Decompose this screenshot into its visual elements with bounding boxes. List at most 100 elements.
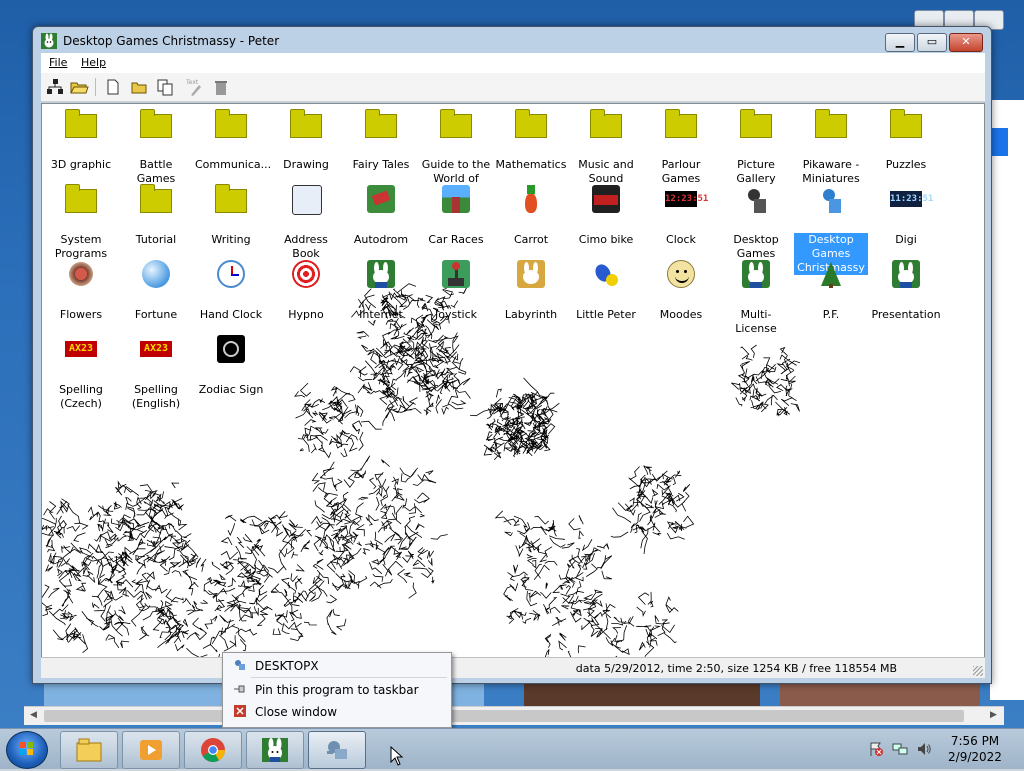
menu-file[interactable]: File (49, 56, 67, 69)
rabbit-yellow-icon (515, 258, 547, 290)
desktop-icon[interactable]: Writing (194, 183, 268, 247)
desktop-icon-label: System Programs (54, 233, 108, 260)
desktop-icon-label: Music and Sound (578, 158, 634, 185)
trash-icon[interactable] (211, 77, 231, 97)
desktop-icon-label: Drawing (283, 158, 329, 171)
desktop-icon[interactable]: Flowers (44, 258, 118, 322)
desktop-icon[interactable]: Pikaware - Miniatures (794, 108, 868, 186)
network-icon[interactable] (45, 77, 65, 97)
smiley-icon (665, 258, 697, 290)
desktop-icon[interactable]: Labyrinth (494, 258, 568, 322)
desktop-icon[interactable]: 11:23:51 Digi (869, 183, 943, 247)
ctx-label: Close window (255, 705, 338, 719)
status-text: data 5/29/2012, time 2:50, size 1254 KB … (575, 662, 897, 675)
bg-photo-strip (524, 684, 760, 708)
desktop-icon-label: Pikaware - Miniatures (802, 158, 860, 185)
ctx-item-desktopx[interactable]: DESKTOPX (223, 655, 451, 677)
desktop-icon[interactable]: Desktop Games (719, 183, 793, 261)
desktop-icon-label: Presentation (871, 308, 941, 321)
desktop-icon[interactable]: Communica... (194, 108, 271, 172)
rename-icon[interactable]: Text (185, 77, 205, 97)
folder-icon (365, 108, 397, 140)
folder-icon (590, 108, 622, 140)
ctx-label: DESKTOPX (255, 659, 319, 673)
desktop-icon[interactable]: 12:23:51 Clock (644, 183, 718, 247)
desktop-icon-label: Spelling (English) (131, 383, 181, 410)
desktop-icon-label: Battle Games (136, 158, 176, 185)
desktop-icon[interactable]: Cimo bike (569, 183, 643, 247)
desktop-icon[interactable]: Music and Sound (569, 108, 643, 186)
minimize-button[interactable]: ▁ (885, 33, 915, 52)
desktop-icon[interactable]: Joystick (419, 258, 493, 322)
desktop-icon[interactable]: AX23 Spelling (Czech) (44, 333, 118, 411)
desktop-icon[interactable]: AX23 Spelling (English) (119, 333, 193, 411)
taskbar-chrome[interactable] (184, 731, 242, 769)
menu-bar: File Help (41, 53, 985, 73)
action-center-flag-icon[interactable] (868, 741, 884, 757)
taskbar-desktopx[interactable] (308, 731, 366, 769)
desktop-icon-label: Little Peter (576, 308, 636, 321)
taskbar-explorer[interactable] (60, 731, 118, 769)
open-folder-icon[interactable] (69, 77, 89, 97)
desktop-icon[interactable]: Presentation (869, 258, 943, 322)
desktop-icon[interactable]: Hypno (269, 258, 343, 322)
desktop-icon[interactable]: Battle Games (119, 108, 193, 186)
desktop-icon[interactable]: Tutorial (119, 183, 193, 247)
desktop-icon[interactable]: Autodrom (344, 183, 418, 247)
close-button[interactable]: ✕ (949, 33, 983, 52)
robot-blue-icon (815, 183, 847, 215)
desktop-icon[interactable]: Parlour Games (644, 108, 718, 186)
bg-page-tab[interactable] (990, 128, 1008, 156)
scroll-right-icon[interactable]: ▶ (990, 710, 997, 720)
rabbit-icon (262, 738, 288, 762)
desktop-icon[interactable]: Picture Gallery (719, 108, 793, 186)
digital-icon: 12:23:51 (665, 183, 708, 215)
maximize-icon: ▭ (926, 35, 938, 48)
desktop-icon[interactable]: Drawing (269, 108, 343, 172)
desktop-icon[interactable]: Car Races (419, 183, 493, 247)
start-button[interactable] (6, 731, 48, 769)
desktop-icon[interactable]: Internet (344, 258, 418, 322)
new-folder-icon[interactable] (129, 77, 149, 97)
taskbar-jump-list: DESKTOPX Pin this program to taskbar Clo… (222, 652, 452, 728)
maximize-button[interactable]: ▭ (917, 33, 947, 52)
scroll-left-icon[interactable]: ◀ (30, 710, 37, 720)
copy-icon[interactable] (155, 77, 175, 97)
desktop-icon[interactable]: Mathematics (494, 108, 568, 172)
taskbar-desktop-games[interactable] (246, 731, 304, 769)
desktop-icon[interactable]: Address Book (269, 183, 343, 261)
clock-time[interactable]: 7:56 PM (940, 734, 1010, 748)
desktop-icon[interactable]: System Programs (44, 183, 118, 261)
ctx-item-close[interactable]: Close window (223, 701, 451, 723)
resize-grip[interactable] (973, 666, 983, 676)
desktop-icon[interactable]: P.F. (794, 258, 868, 322)
desktop-icon-label: Hand Clock (199, 308, 263, 321)
ctx-item-pin[interactable]: Pin this program to taskbar (223, 679, 451, 701)
desktop-icon[interactable]: Zodiac Sign (194, 333, 268, 397)
scroll-thumb[interactable] (44, 710, 964, 722)
desktop-icon[interactable]: Fairy Tales (344, 108, 418, 172)
desktop-icon[interactable]: Hand Clock (194, 258, 268, 322)
menu-help[interactable]: Help (81, 56, 106, 69)
title-bar[interactable]: Desktop Games Christmassy - Peter ▁ ▭ ✕ (33, 27, 991, 55)
desktop-content-area[interactable]: 3D graphic Battle Games Communica... Drawin… (41, 103, 985, 659)
desktop-icon-label: Spelling (Czech) (59, 383, 103, 410)
horizontal-scrollbar[interactable]: ◀ ▶ (24, 706, 1004, 725)
desktop-icon[interactable]: 3D graphic (44, 108, 118, 172)
desktop-icon-label: Moodes (659, 308, 703, 321)
new-file-icon[interactable] (103, 77, 123, 97)
desktop-icon[interactable]: Little Peter (569, 258, 643, 322)
desktop-icon[interactable]: Puzzles (869, 108, 943, 172)
volume-icon[interactable] (916, 741, 932, 757)
desktop-icon[interactable]: Carrot (494, 183, 568, 247)
robot-icon (327, 741, 347, 759)
folder-icon (440, 108, 472, 140)
taskbar-media-player[interactable] (122, 731, 180, 769)
mouse-cursor-icon (390, 746, 404, 766)
desktop-icon[interactable]: Moodes (644, 258, 718, 322)
desktop-icon[interactable]: Fortune (119, 258, 193, 322)
network-icon[interactable] (892, 741, 908, 757)
desktop-icon[interactable]: Multi-License (719, 258, 793, 336)
clock-date[interactable]: 2/9/2022 (940, 750, 1010, 764)
robot-icon (740, 183, 772, 215)
